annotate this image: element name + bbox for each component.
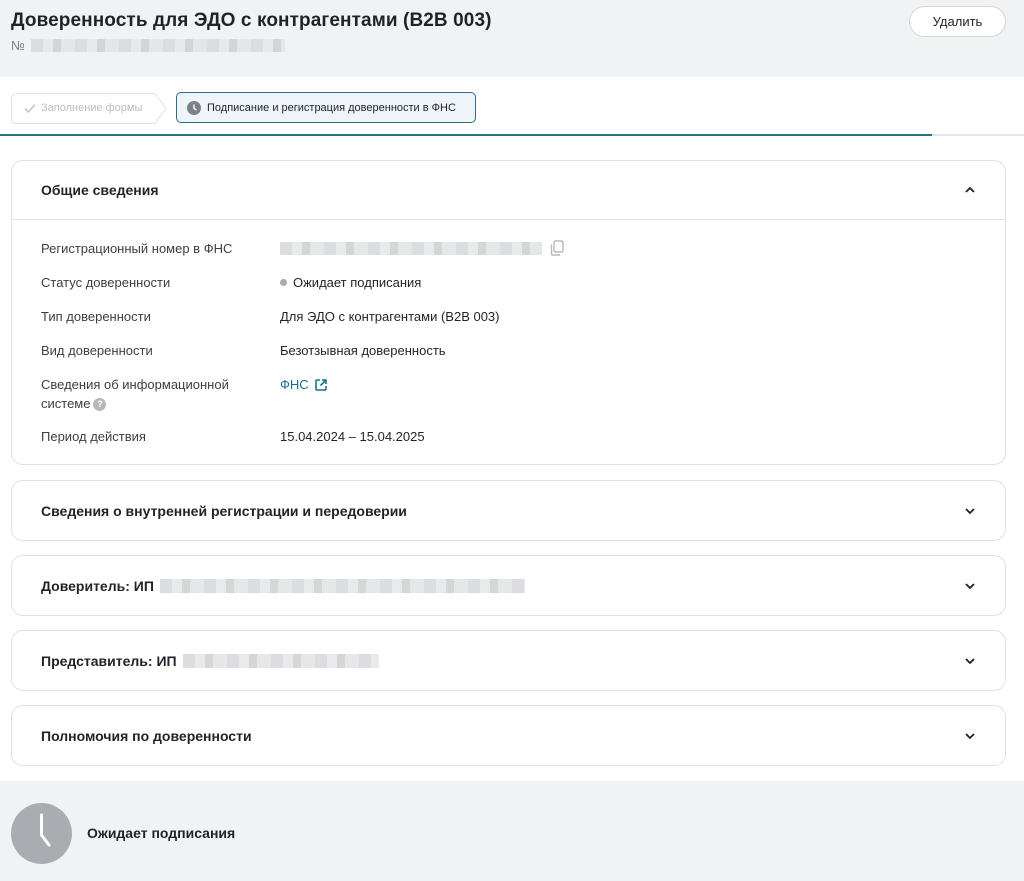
- field-label: Период действия: [41, 429, 146, 444]
- section-title: Полномочия по доверенности: [41, 727, 252, 744]
- redacted-number: [30, 39, 285, 52]
- status-text: Ожидает подписания: [293, 275, 422, 290]
- chevron-down-icon[interactable]: [963, 504, 977, 518]
- step-done-content: Заполнение формы: [23, 101, 142, 115]
- section-general: Общие сведения Регистрационный номер в Ф…: [11, 160, 1006, 465]
- chevron-down-icon[interactable]: [963, 579, 977, 593]
- field-label: Регистрационный номер в ФНС: [41, 241, 233, 256]
- section-powers-header[interactable]: Полномочия по доверенности: [12, 706, 1005, 765]
- section-general-header[interactable]: Общие сведения: [12, 161, 1005, 220]
- status-dot: [280, 279, 287, 286]
- copy-icon[interactable]: [548, 239, 566, 257]
- section-representative-header[interactable]: Представитель: ИП: [12, 631, 1005, 690]
- delete-button[interactable]: Удалить: [909, 6, 1006, 37]
- link-text: ФНС: [280, 377, 309, 392]
- redacted-registration-number: [280, 241, 542, 255]
- fns-link[interactable]: ФНС: [280, 375, 328, 394]
- status-value: Ожидает подписания: [280, 273, 421, 292]
- section-internal-registration: Сведения о внутренней регистрации и пере…: [11, 480, 1006, 541]
- info-system-value: ФНС: [280, 375, 328, 394]
- page-header: Доверенность для ЭДО с контрагентами (B2…: [0, 0, 1024, 77]
- kind-value: Безотзывная доверенность: [280, 343, 446, 358]
- step-label: Подписание и регистрация доверенности в …: [207, 101, 456, 114]
- clock-icon: [187, 100, 201, 115]
- redacted-principal-name: [159, 578, 525, 593]
- section-powers: Полномочия по доверенности: [11, 705, 1006, 766]
- status-footer: Ожидает подписания: [0, 781, 1024, 881]
- clock-hands: [40, 813, 51, 847]
- section-representative: Представитель: ИП: [11, 630, 1006, 691]
- section-title: Представитель: ИП: [41, 652, 177, 669]
- field-label-info-system: Сведения об информационной системе?: [41, 375, 251, 413]
- step-label: Заполнение формы: [41, 102, 143, 114]
- field-label: Тип доверенности: [41, 309, 151, 324]
- field-label: Сведения об информационной системе: [41, 377, 229, 411]
- field-label: Статус доверенности: [41, 275, 171, 290]
- section-title: Доверитель: ИП: [41, 577, 154, 594]
- help-icon[interactable]: ?: [93, 398, 107, 412]
- section-title: Сведения о внутренней регистрации и пере…: [41, 502, 407, 519]
- clock-icon: [11, 803, 72, 864]
- section-internal-header[interactable]: Сведения о внутренней регистрации и пере…: [12, 481, 1005, 540]
- step-form-filling[interactable]: Заполнение формы: [11, 93, 167, 124]
- footer-status-text: Ожидает подписания: [87, 825, 236, 841]
- section-title-wrap: Представитель: ИП: [41, 653, 379, 669]
- field-label: Вид доверенности: [41, 343, 153, 358]
- chevron-down-icon[interactable]: [963, 729, 977, 743]
- section-principal: Доверитель: ИП: [11, 555, 1006, 616]
- chevron-down-icon[interactable]: [963, 654, 977, 668]
- document-number: №: [11, 38, 285, 53]
- stepper: Заполнение формы Подписание и регистраци…: [0, 77, 1024, 137]
- page-title: Доверенность для ЭДО с контрагентами (B2…: [11, 10, 492, 31]
- chevron-up-icon[interactable]: [963, 183, 977, 197]
- check-icon: [24, 103, 36, 114]
- step-signing[interactable]: Подписание и регистрация доверенности в …: [176, 92, 476, 123]
- section-title: Общие сведения: [41, 182, 159, 198]
- section-principal-header[interactable]: Доверитель: ИП: [12, 556, 1005, 615]
- type-value: Для ЭДО с контрагентами (B2B 003): [280, 309, 500, 324]
- external-link-icon: [314, 378, 327, 391]
- period-value: 15.04.2024 – 15.04.2025: [280, 429, 425, 444]
- redacted-representative-name: [182, 653, 379, 668]
- registration-number: [280, 239, 566, 257]
- section-title-wrap: Доверитель: ИП: [41, 578, 525, 594]
- number-prefix: №: [11, 38, 25, 53]
- progress-fill: [0, 134, 932, 136]
